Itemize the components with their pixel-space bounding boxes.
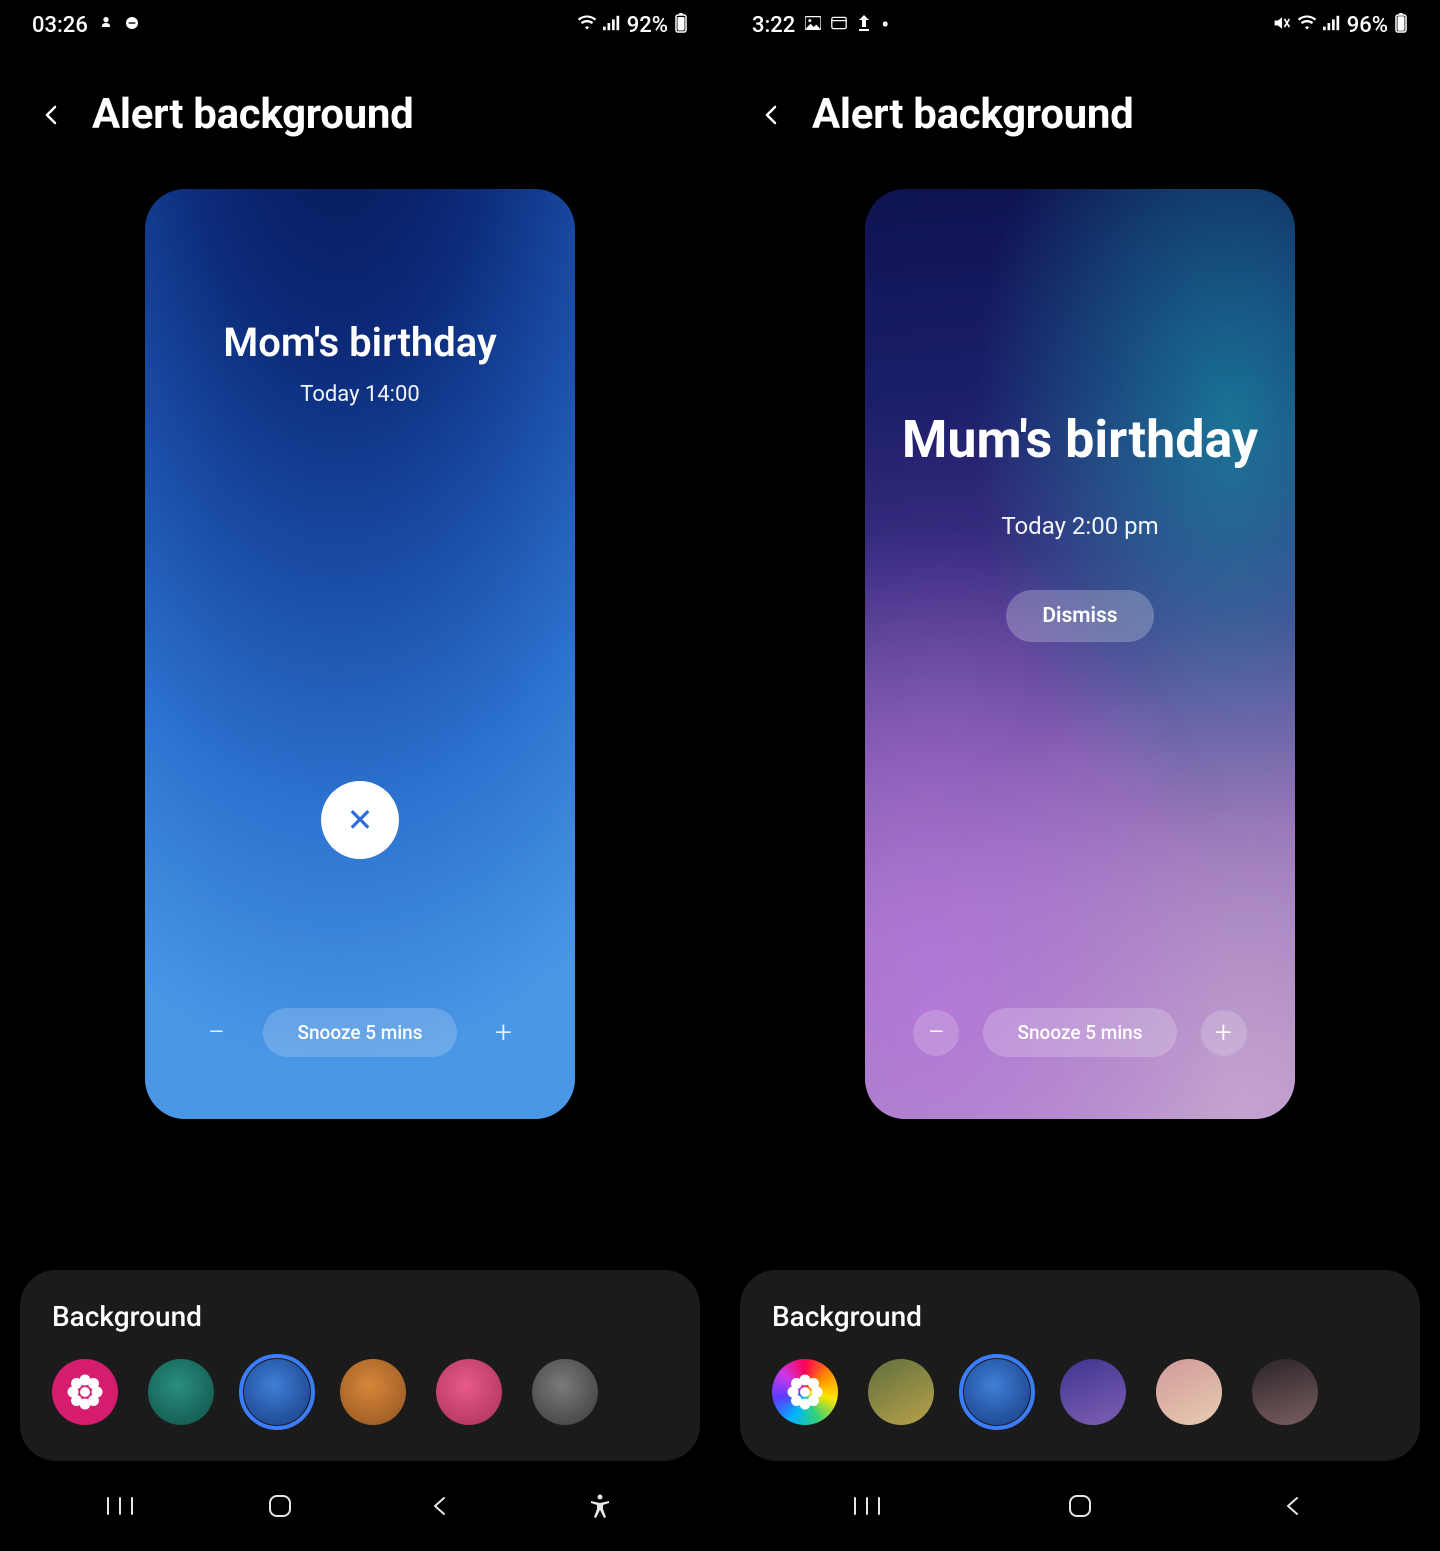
snooze-row: − Snooze 5 mins + — [865, 1008, 1295, 1057]
preview-area: Mum's birthday Today 2:00 pm Dismiss − S… — [720, 159, 1440, 1250]
nav-back-button[interactable] — [410, 1486, 470, 1526]
screen-right: 3:22 • 96% — [720, 0, 1440, 1551]
screen-left: 03:26 92% Alert background — [0, 0, 720, 1551]
alert-preview: Mom's birthday Today 14:00 ✕ − Snooze 5 … — [145, 189, 575, 1119]
alert-title: Mum's birthday — [902, 409, 1258, 470]
alert-title: Mom's birthday — [223, 319, 497, 366]
alert-preview: Mum's birthday Today 2:00 pm Dismiss − S… — [865, 189, 1295, 1119]
palette-title: Background — [772, 1300, 1388, 1333]
swatch-dark-mauve[interactable] — [1252, 1359, 1318, 1425]
mute-icon — [1273, 15, 1291, 35]
snooze-button[interactable]: Snooze 5 mins — [263, 1008, 456, 1057]
signal-icon — [603, 15, 621, 35]
signal-icon — [1323, 15, 1341, 35]
nav-home-button[interactable] — [1050, 1486, 1110, 1526]
battery-icon — [1394, 13, 1408, 37]
nav-home-button[interactable] — [250, 1486, 310, 1526]
background-palette: Background — [20, 1270, 700, 1461]
swatch-olive-yellow[interactable] — [868, 1359, 934, 1425]
snooze-plus-button[interactable]: + — [1201, 1010, 1247, 1056]
swatch-orange[interactable] — [340, 1359, 406, 1425]
alert-time: Today 2:00 pm — [1001, 512, 1158, 540]
snooze-minus-button[interactable]: − — [193, 1010, 239, 1056]
navigation-bar — [720, 1461, 1440, 1551]
snooze-minus-button[interactable]: − — [913, 1010, 959, 1056]
snooze-plus-button[interactable]: + — [481, 1010, 527, 1056]
swatch-teal-green[interactable] — [148, 1359, 214, 1425]
status-dnd-icon — [124, 15, 140, 35]
back-button[interactable] — [36, 99, 68, 131]
swatch-blue[interactable] — [244, 1359, 310, 1425]
nav-recents-button[interactable] — [837, 1486, 897, 1526]
flower-icon — [52, 1359, 118, 1425]
status-more-icon: • — [881, 20, 889, 31]
battery-percent: 92% — [627, 13, 668, 38]
status-upload-icon — [857, 15, 871, 35]
page-title: Alert background — [92, 90, 413, 139]
page-header: Alert background — [720, 50, 1440, 159]
flower-icon — [772, 1359, 838, 1425]
back-button[interactable] — [756, 99, 788, 131]
background-palette: Background — [740, 1270, 1420, 1461]
dismiss-circle-button[interactable]: ✕ — [321, 781, 399, 859]
swatch-rose-beige[interactable] — [1156, 1359, 1222, 1425]
alert-time: Today 14:00 — [300, 382, 419, 407]
swatch-violet[interactable] — [1060, 1359, 1126, 1425]
swatch-row-left — [52, 1359, 668, 1425]
status-time: 3:22 — [752, 13, 795, 38]
status-time: 03:26 — [32, 13, 88, 38]
nav-recents-button[interactable] — [90, 1486, 150, 1526]
swatch-row-right — [772, 1359, 1388, 1425]
swatch-blue[interactable] — [964, 1359, 1030, 1425]
preview-area: Mom's birthday Today 14:00 ✕ − Snooze 5 … — [0, 159, 720, 1250]
swatch-grey[interactable] — [532, 1359, 598, 1425]
swatch-pink[interactable] — [436, 1359, 502, 1425]
status-bar: 3:22 • 96% — [720, 0, 1440, 50]
snooze-row: − Snooze 5 mins + — [145, 1008, 575, 1057]
status-bar: 03:26 92% — [0, 0, 720, 50]
status-notif-icon — [98, 15, 114, 35]
navigation-bar — [0, 1461, 720, 1551]
nav-accessibility-button[interactable] — [570, 1486, 630, 1526]
battery-percent: 96% — [1347, 13, 1388, 38]
page-title: Alert background — [812, 90, 1133, 139]
snooze-button[interactable]: Snooze 5 mins — [983, 1008, 1176, 1057]
swatch-gallery-flower[interactable] — [52, 1359, 118, 1425]
swatch-gallery-rainbow[interactable] — [772, 1359, 838, 1425]
battery-icon — [674, 13, 688, 37]
page-header: Alert background — [0, 50, 720, 159]
status-image-icon — [805, 16, 821, 34]
wifi-icon — [577, 15, 597, 35]
palette-title: Background — [52, 1300, 668, 1333]
dismiss-button[interactable]: Dismiss — [1006, 590, 1153, 642]
close-icon: ✕ — [347, 801, 374, 839]
wifi-icon — [1297, 15, 1317, 35]
status-calendar-icon — [831, 16, 847, 34]
nav-back-button[interactable] — [1263, 1486, 1323, 1526]
